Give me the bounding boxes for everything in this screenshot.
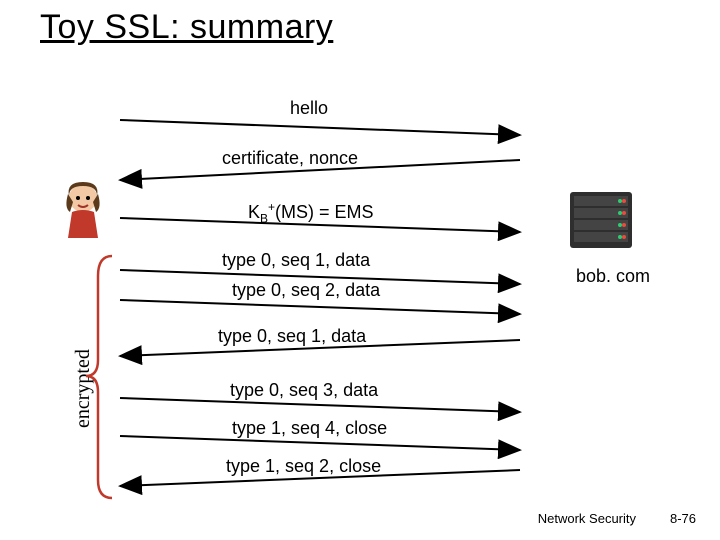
kbms-prefix: K <box>248 202 260 222</box>
msg-t0s3: type 0, seq 3, data <box>230 380 378 401</box>
msg-t0s1b: type 0, seq 1, data <box>218 326 366 347</box>
msg-t1s2: type 1, seq 2, close <box>226 456 381 477</box>
msg-cert-nonce: certificate, nonce <box>222 148 358 169</box>
footer-page: 8-76 <box>670 511 696 526</box>
msg-kb-ms: KB+(MS) = EMS <box>248 200 374 226</box>
kbms-mid: (MS) = EMS <box>275 202 374 222</box>
msg-t0s1: type 0, seq 1, data <box>222 250 370 271</box>
msg-t0s2: type 0, seq 2, data <box>232 280 380 301</box>
kbms-sup: + <box>268 200 275 214</box>
kbms-sub: B <box>260 212 268 226</box>
msg-hello: hello <box>290 98 328 119</box>
msg-t1s4: type 1, seq 4, close <box>232 418 387 439</box>
footer-section: Network Security <box>538 511 636 526</box>
